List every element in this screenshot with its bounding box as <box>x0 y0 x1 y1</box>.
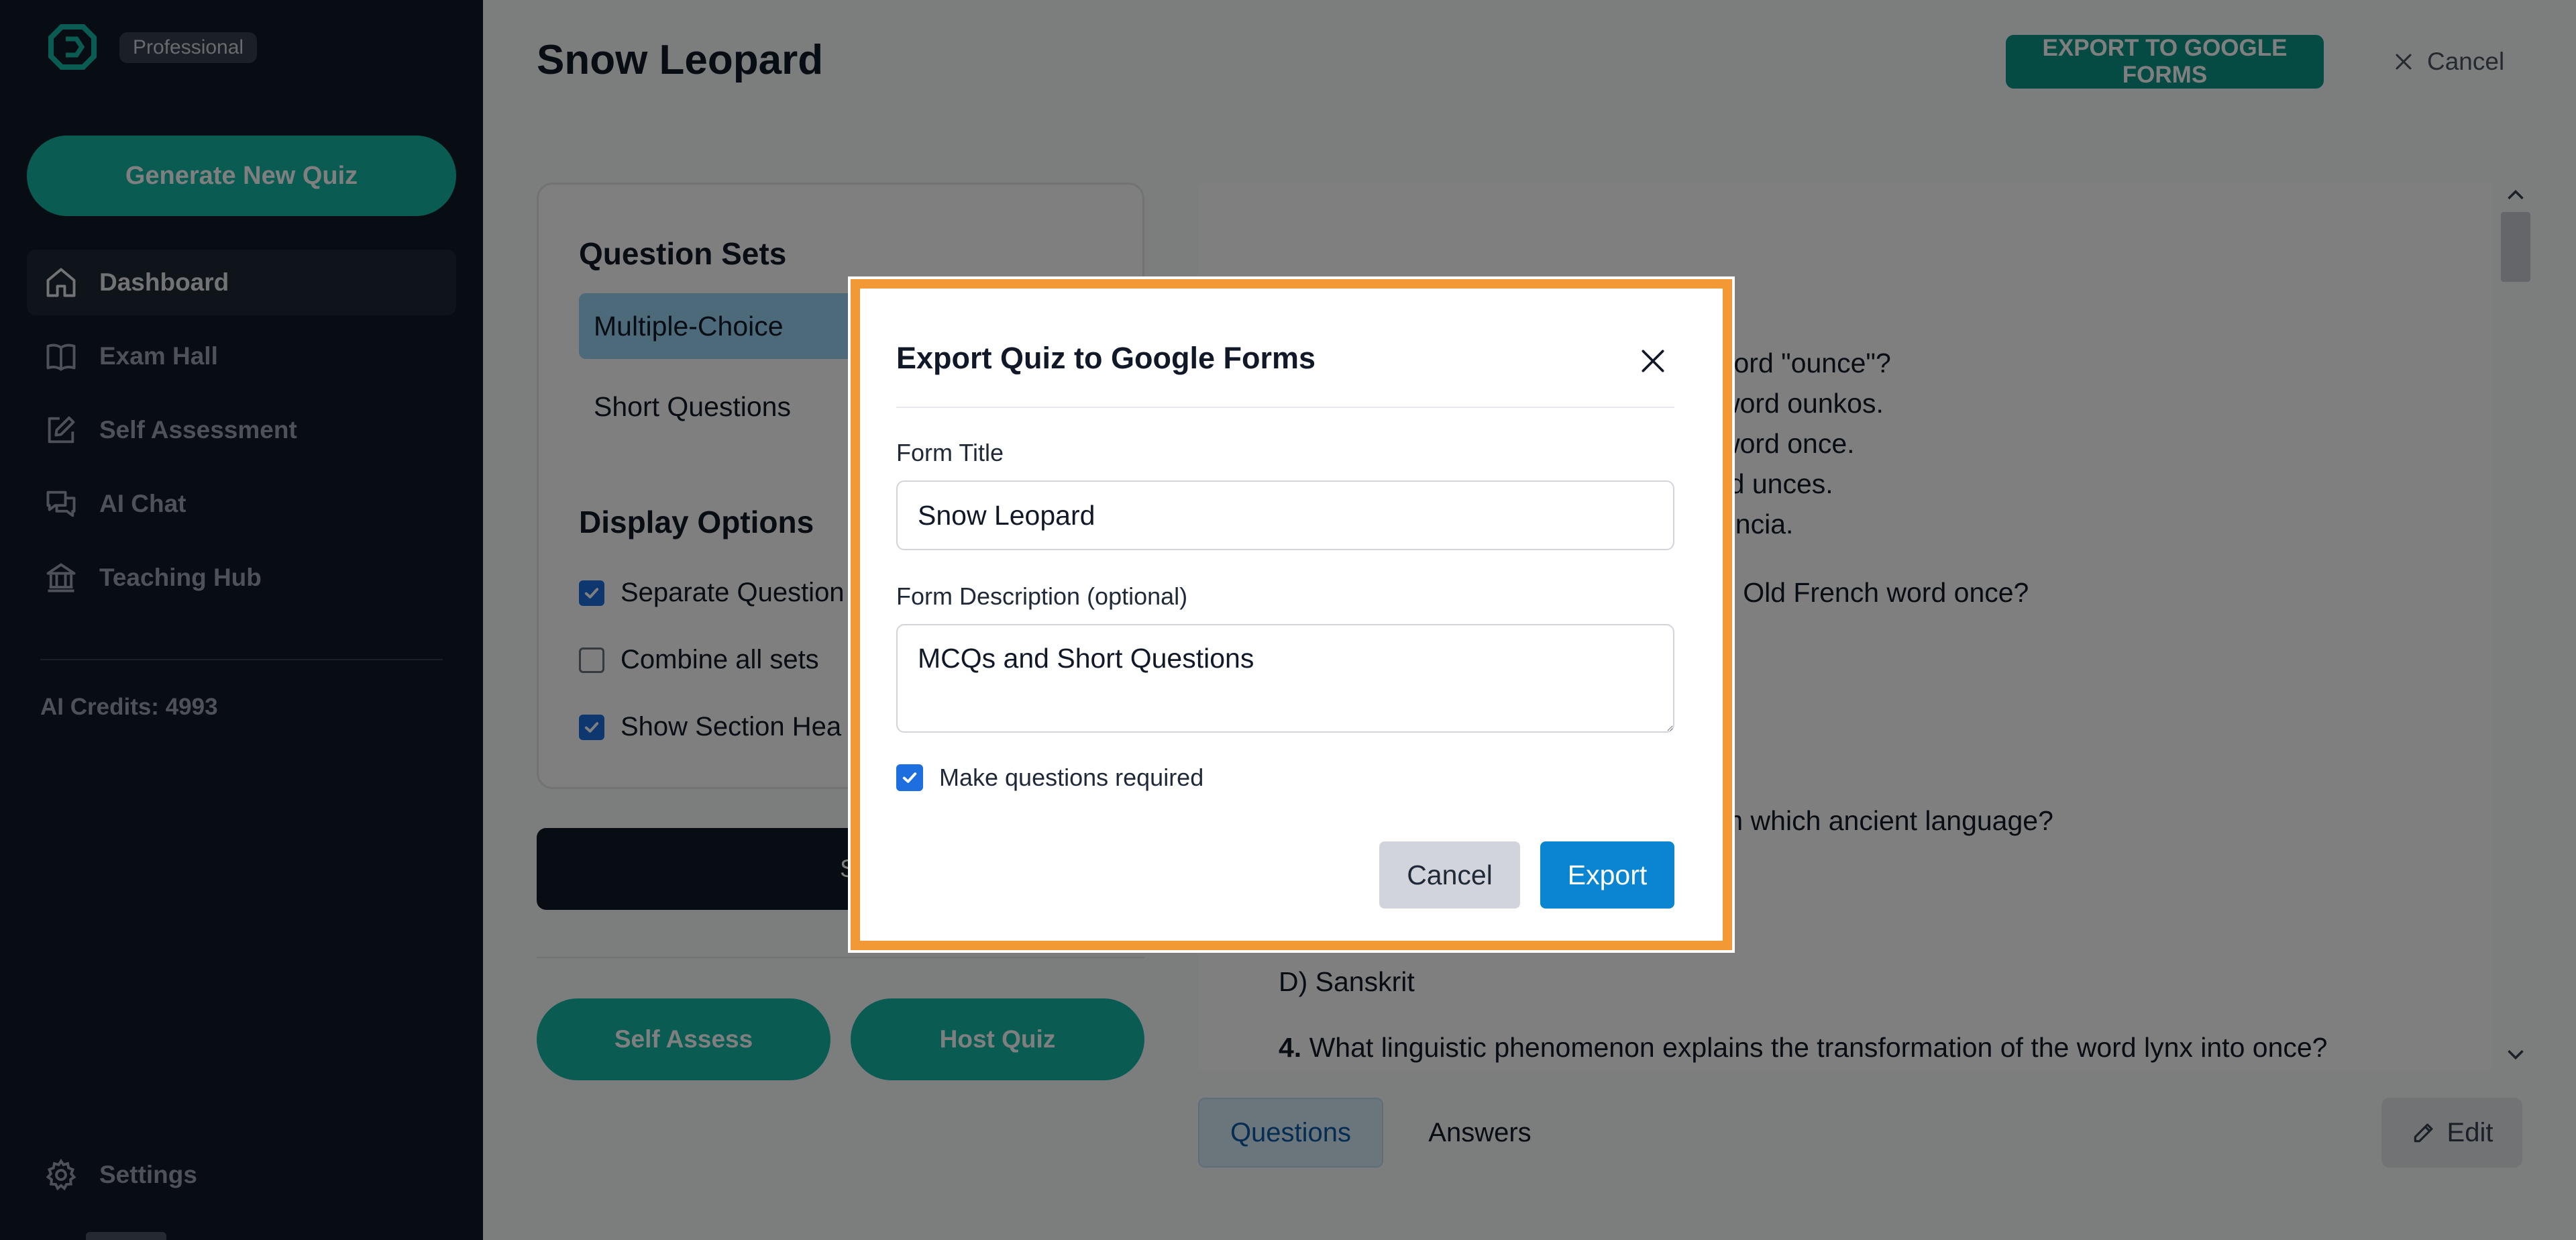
dialog-title: Export Quiz to Google Forms <box>896 341 1316 375</box>
form-title-label: Form Title <box>896 439 1004 466</box>
modal-highlight-frame: Export Quiz to Google Forms Form Title F… <box>848 276 1735 953</box>
option-label: Make questions required <box>939 764 1204 791</box>
form-description-label: Form Description (optional) <box>896 582 1188 610</box>
export-quiz-dialog: Export Quiz to Google Forms Form Title F… <box>860 289 1723 941</box>
make-questions-required-option[interactable]: Make questions required <box>896 764 1203 792</box>
dialog-export-button[interactable]: Export <box>1540 841 1674 909</box>
dialog-divider <box>896 407 1674 408</box>
close-icon[interactable] <box>1631 340 1674 382</box>
dialog-cancel-button[interactable]: Cancel <box>1379 841 1520 909</box>
form-title-input[interactable] <box>896 480 1674 550</box>
form-description-textarea[interactable]: MCQs and Short Questions <box>896 624 1674 733</box>
checkbox-checked[interactable] <box>896 764 923 791</box>
